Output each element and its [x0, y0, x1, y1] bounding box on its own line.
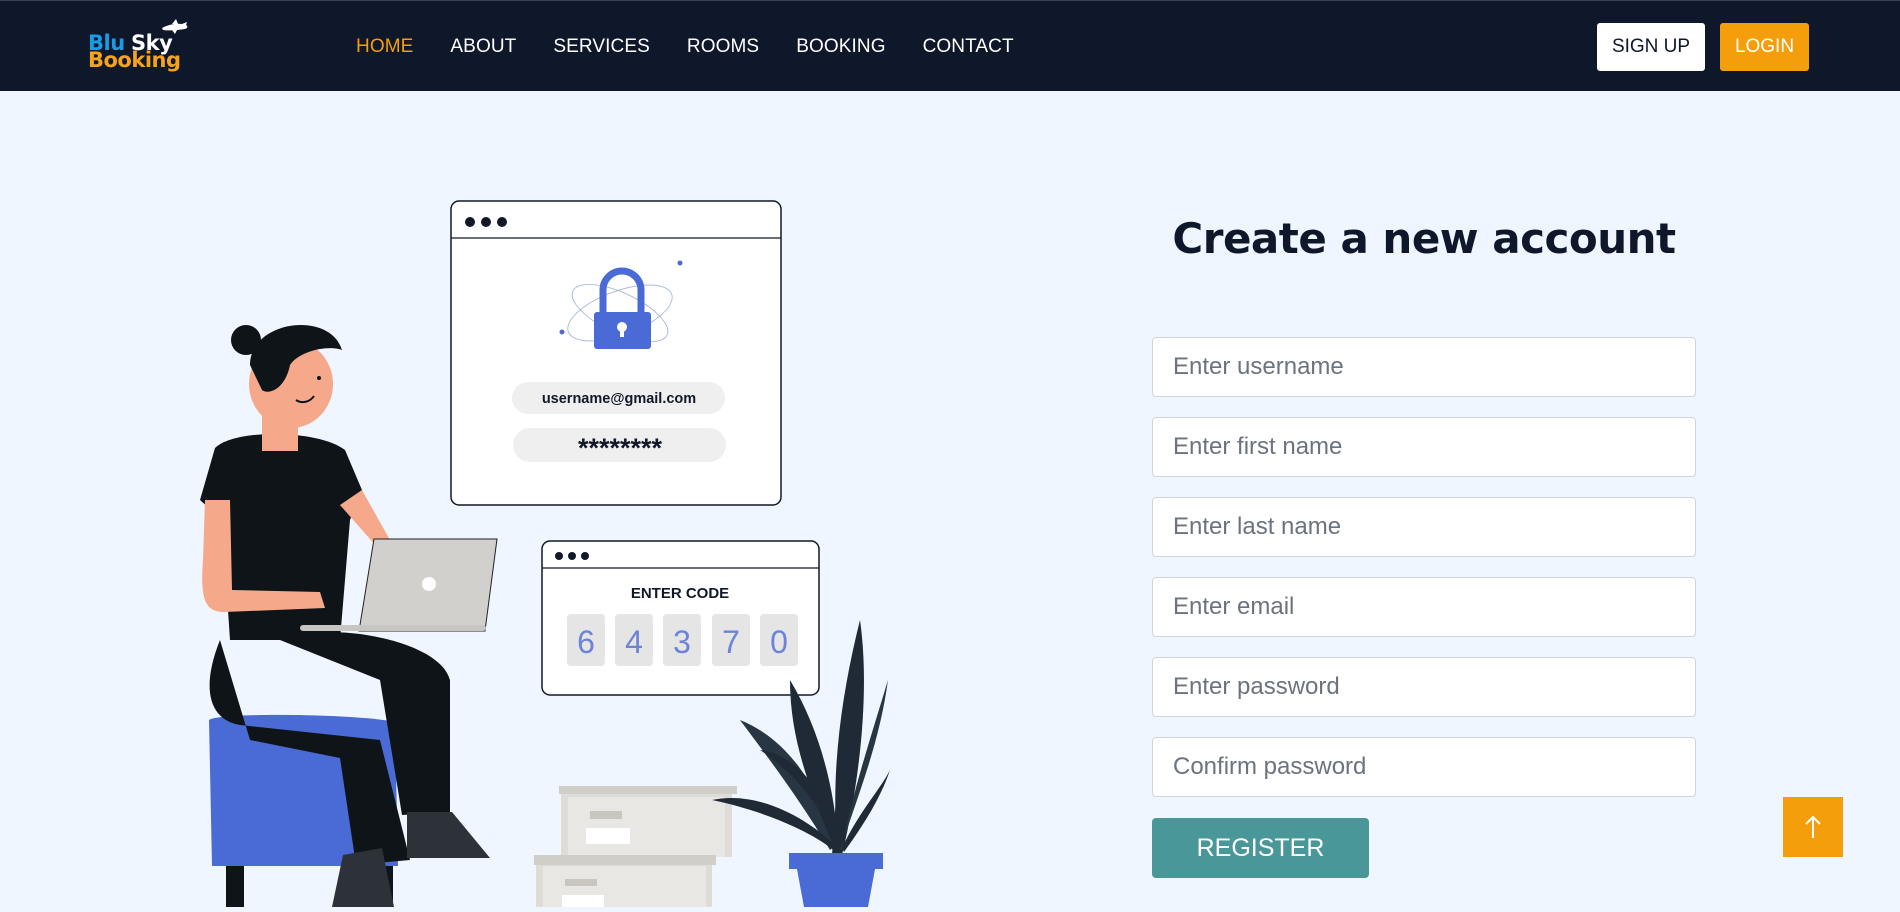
scroll-top-button[interactable] — [1783, 797, 1843, 857]
logo-word-booking: Booking — [88, 48, 181, 72]
username-input[interactable] — [1152, 337, 1696, 397]
code-digit: 3 — [673, 624, 691, 660]
password-input[interactable] — [1152, 657, 1696, 717]
navbar: Blu Sky Booking HOME ABOUT SERVICES ROOM… — [0, 0, 1900, 91]
nav-link-rooms[interactable]: ROOMS — [687, 36, 759, 58]
brand-logo[interactable]: Blu Sky Booking — [88, 17, 198, 77]
code-digit: 4 — [625, 624, 643, 660]
login-window: username@gmail.com ******** — [450, 200, 782, 506]
code-window-title: ENTER CODE — [631, 585, 729, 602]
register-button[interactable]: REGISTER — [1152, 818, 1369, 878]
page-title: Create a new account — [1172, 214, 1676, 263]
illustration-password-text: ******** — [578, 433, 663, 463]
signup-illustration: username@gmail.com ******** ENTER CODE 6… — [0, 91, 1000, 907]
nav-link-about[interactable]: ABOUT — [450, 36, 516, 58]
first-name-input[interactable] — [1152, 417, 1696, 477]
email-input[interactable] — [1152, 577, 1696, 637]
login-button[interactable]: LOGIN — [1720, 23, 1809, 71]
main-nav: HOME ABOUT SERVICES ROOMS BOOKING CONTAC… — [356, 1, 1051, 92]
nav-link-home[interactable]: HOME — [356, 36, 413, 58]
storage-boxes — [534, 786, 737, 907]
illustration-svg: username@gmail.com ******** ENTER CODE 6… — [200, 200, 890, 907]
airplane-icon — [162, 19, 188, 34]
code-digit: 0 — [770, 624, 788, 660]
nav-link-booking[interactable]: BOOKING — [796, 36, 885, 58]
signup-button[interactable]: SIGN UP — [1597, 23, 1705, 71]
code-window: ENTER CODE 6 4 3 7 0 — [541, 540, 820, 696]
last-name-input[interactable] — [1152, 497, 1696, 557]
nav-link-contact[interactable]: CONTACT — [923, 36, 1014, 58]
code-digit: 6 — [577, 624, 595, 660]
nav-link-services[interactable]: SERVICES — [553, 36, 650, 58]
arrow-up-icon — [1805, 815, 1821, 838]
code-digit: 7 — [722, 624, 740, 660]
illustration-email-text: username@gmail.com — [542, 391, 696, 407]
confirm-password-input[interactable] — [1152, 737, 1696, 797]
